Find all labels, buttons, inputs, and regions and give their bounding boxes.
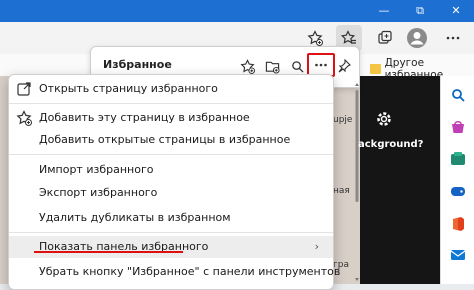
pin-icon [338, 59, 351, 73]
settings-more-button[interactable] [440, 25, 466, 51]
chevron-right-icon: › [314, 240, 319, 253]
scroll-down-icon [355, 278, 359, 281]
menu-item-hide-favorites-button[interactable]: Убрать кнопку "Избранное" с панели инстр… [9, 261, 340, 283]
page-dark-panel [360, 76, 440, 284]
menu-item-label: Открыть страницу избранного [39, 82, 218, 95]
outlook-icon[interactable] [450, 248, 466, 262]
add-folder-button[interactable] [262, 56, 282, 76]
menu-item-open-favorites-page[interactable]: Открыть страницу избранного [9, 78, 333, 100]
games-icon[interactable] [450, 184, 466, 198]
add-page-to-favorites-button[interactable] [237, 56, 257, 76]
menu-separator [9, 232, 333, 233]
folder-icon [370, 64, 381, 74]
open-external-icon [17, 82, 31, 96]
menu-item-import[interactable]: Импорт избранного [9, 159, 333, 181]
menu-separator [9, 103, 333, 104]
scroll-thumb [355, 90, 359, 202]
menu-item-show-favorites-bar[interactable]: Показать панель избранного › [9, 236, 333, 258]
shopping-icon[interactable] [450, 120, 466, 134]
more-dots-icon [315, 63, 327, 67]
pin-favorites-button[interactable] [334, 56, 354, 76]
collections-icon [378, 30, 392, 44]
search-icon [291, 60, 304, 73]
minimize-button[interactable]: — [366, 0, 402, 22]
office-icon[interactable] [450, 216, 466, 232]
menu-item-label: Убрать кнопку "Избранное" с панели инстр… [39, 265, 341, 278]
star-add-icon [239, 58, 255, 74]
scroll-up-icon [355, 83, 359, 86]
menu-item-label: Добавить открытые страницы в избранное [39, 133, 291, 146]
star-add-icon [307, 30, 323, 46]
menu-scrollbar[interactable] [354, 82, 360, 282]
menu-item-add-this-page[interactable]: Добавить эту страницу в избранное [9, 107, 333, 129]
window-titlebar: — ⧉ ✕ [0, 0, 474, 22]
collections-button[interactable] [372, 25, 398, 51]
menu-item-label: Добавить эту страницу в избранное [39, 111, 250, 124]
menu-item-label: Удалить дубликаты в избранном [39, 211, 231, 224]
page-background-text: ackground? [358, 139, 424, 150]
menu-item-label: Экспорт избранного [39, 186, 158, 199]
folder-add-icon [265, 61, 280, 74]
search-favorites-button[interactable] [287, 56, 307, 76]
menu-item-export[interactable]: Экспорт избранного [9, 182, 333, 204]
favorites-context-menu: Открыть страницу избранного Добавить эту… [8, 74, 340, 290]
restore-button[interactable]: ⧉ [402, 0, 438, 22]
favorites-panel-title: Избранное [103, 58, 172, 71]
profile-button[interactable] [404, 25, 430, 51]
avatar-icon [407, 28, 427, 48]
menu-item-remove-duplicates[interactable]: Удалить дубликаты в избранном [9, 207, 333, 229]
menu-item-label: Импорт избранного [39, 163, 154, 176]
sidebar-apps [440, 76, 474, 284]
menu-item-add-open-pages[interactable]: Добавить открытые страницы в избранное [9, 129, 333, 151]
close-button[interactable]: ✕ [438, 0, 474, 22]
star-add-icon [16, 110, 32, 126]
page-text-fragment: ная [333, 186, 350, 196]
gear-icon [377, 112, 391, 126]
page-text-fragment: upje [333, 115, 353, 125]
favorites-star-icon [341, 30, 356, 44]
tools-icon[interactable] [450, 152, 466, 166]
more-dots-icon [446, 36, 460, 40]
menu-separator [9, 154, 333, 155]
search-icon[interactable] [451, 88, 465, 102]
highlight-underline [34, 251, 183, 253]
